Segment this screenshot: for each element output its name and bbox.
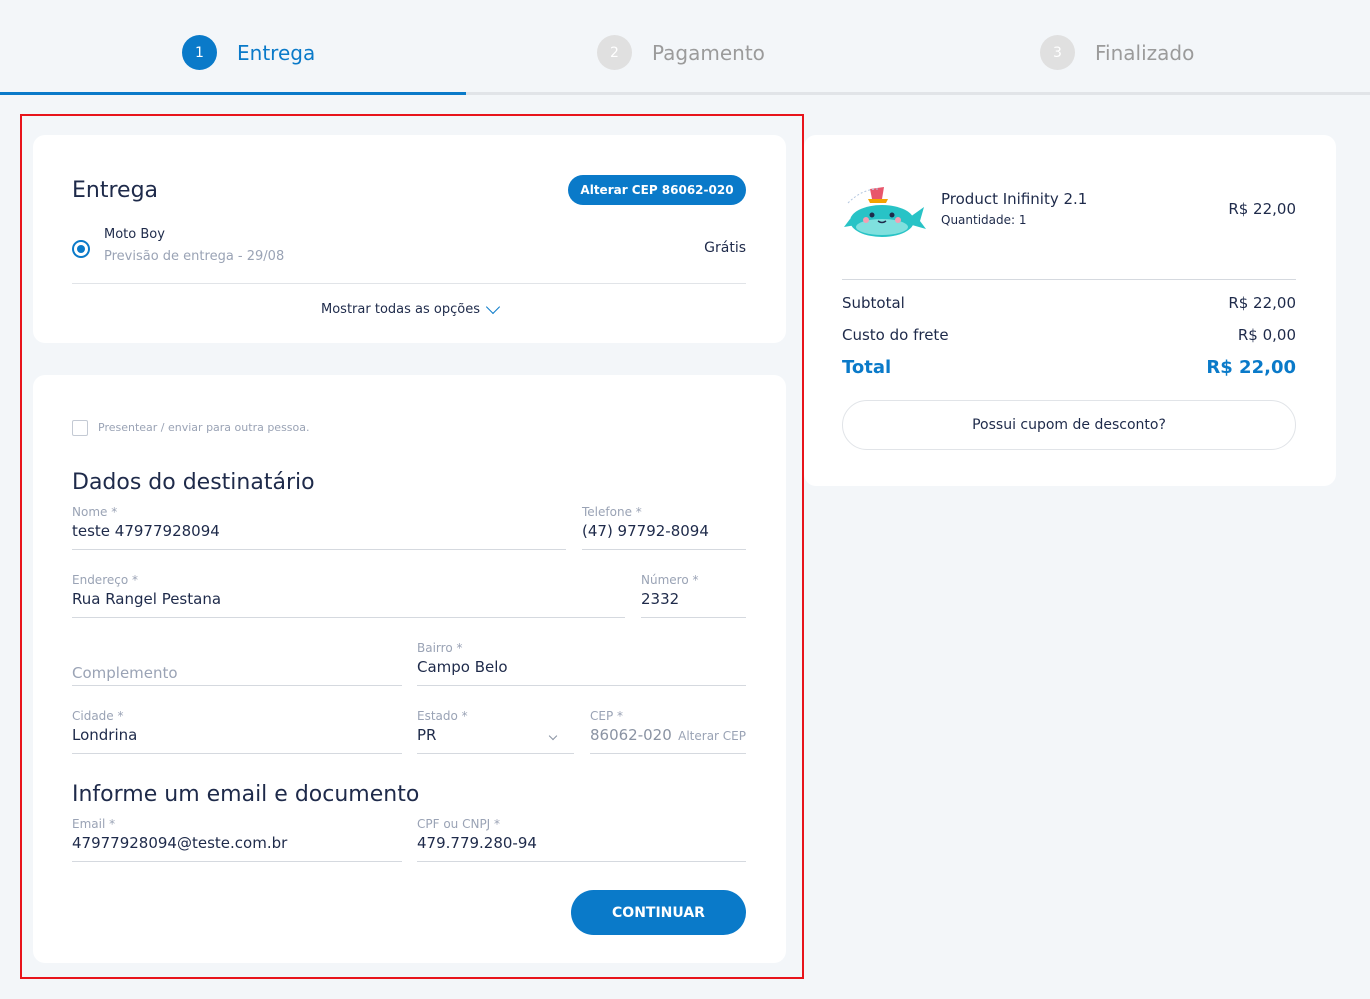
shipping-cost-row: Custo do frete R$ 0,00 [842, 326, 1296, 344]
shipping-option-radio[interactable] [72, 240, 90, 258]
field-label: Bairro * [417, 641, 463, 655]
field-value: 86062-020 [590, 726, 672, 744]
field-label: Endereço * [72, 573, 138, 587]
total-row: Total R$ 22,00 [842, 357, 1296, 378]
field-value: Rua Rangel Pestana [72, 590, 222, 608]
checkout-stepper: 1 Entrega 2 Pagamento 3 Finalizado [0, 0, 1370, 95]
field-value: (47) 97792-8094 [582, 522, 709, 540]
field-label: CPF ou CNPJ * [417, 817, 501, 831]
field-label: Email * [72, 817, 116, 831]
continue-button[interactable]: CONTINUAR [571, 890, 746, 935]
shipping-option-eta: Previsão de entrega - 29/08 [104, 249, 285, 264]
shipping-card: Entrega Alterar CEP 86062-020 Moto Boy P… [33, 135, 786, 343]
email-field[interactable]: Email * 47977928094@teste.com.br [72, 817, 402, 862]
shipping-cost-value: R$ 0,00 [1237, 326, 1296, 344]
total-value: R$ 22,00 [1206, 357, 1296, 378]
field-label: Telefone * [582, 505, 642, 519]
field-value: 47977928094@teste.com.br [72, 834, 288, 852]
chevron-down-icon [548, 731, 558, 741]
chevron-down-icon [485, 299, 501, 315]
change-cep-button[interactable]: Alterar CEP 86062-020 [568, 175, 746, 205]
field-label: Estado * [417, 709, 468, 723]
complement-field[interactable]: Complemento [72, 641, 402, 686]
step-pagamento[interactable]: 2 Pagamento [597, 35, 765, 70]
field-placeholder: Complemento [72, 664, 178, 682]
cep-field[interactable]: CEP * 86062-020 Alterar CEP [590, 709, 746, 754]
document-field[interactable]: CPF ou CNPJ * 479.779.280-94 [417, 817, 746, 862]
divider [842, 279, 1296, 280]
whale-icon [844, 187, 926, 237]
field-value: teste 47977928094 [72, 522, 220, 540]
field-value: 479.779.280-94 [417, 834, 537, 852]
product-quantity: Quantidade: 1 [941, 213, 1027, 227]
step-number: 3 [1040, 35, 1075, 70]
state-select[interactable]: Estado * PR [417, 709, 574, 754]
step-finalizado[interactable]: 3 Finalizado [1040, 35, 1194, 70]
subtotal-row: Subtotal R$ 22,00 [842, 294, 1296, 312]
field-value: Campo Belo [417, 658, 508, 676]
field-label: CEP * [590, 709, 624, 723]
field-label: Cidade * [72, 709, 124, 723]
name-field[interactable]: Nome * teste 47977928094 [72, 505, 566, 550]
subtotal-value: R$ 22,00 [1228, 294, 1296, 312]
address-field[interactable]: Endereço * Rua Rangel Pestana [72, 573, 625, 618]
field-value: Londrina [72, 726, 138, 744]
neighborhood-field[interactable]: Bairro * Campo Belo [417, 641, 746, 686]
step-entrega[interactable]: 1 Entrega [182, 35, 315, 70]
step-progress-track [0, 92, 1370, 95]
coupon-button[interactable]: Possui cupom de desconto? [842, 400, 1296, 450]
field-value: PR [417, 726, 437, 744]
shipping-option-name: Moto Boy [104, 227, 165, 242]
field-label: Número * [641, 573, 699, 587]
divider [72, 283, 746, 284]
field-label: Nome * [72, 505, 118, 519]
step-label: Entrega [237, 40, 316, 65]
step-label: Pagamento [652, 40, 765, 65]
step-number: 2 [597, 35, 632, 70]
order-summary-card: Product Inifinity 2.1 Quantidade: 1 R$ 2… [804, 135, 1336, 486]
step-label: Finalizado [1095, 40, 1195, 65]
contact-section-title: Informe um email e documento [72, 782, 420, 807]
shipping-option-price: Grátis [704, 240, 746, 256]
number-field[interactable]: Número * 2332 [641, 573, 746, 618]
recipient-section-title: Dados do destinatário [72, 470, 315, 495]
gift-checkbox[interactable] [72, 420, 88, 436]
product-name: Product Inifinity 2.1 [941, 190, 1088, 208]
shipping-cost-label: Custo do frete [842, 326, 949, 344]
step-number: 1 [182, 35, 217, 70]
phone-field[interactable]: Telefone * (47) 97792-8094 [582, 505, 746, 550]
total-label: Total [842, 357, 892, 378]
product-price: R$ 22,00 [1228, 200, 1296, 218]
show-all-options-label: Mostrar todas as opções [321, 302, 480, 317]
step-progress-fill [0, 92, 466, 95]
change-cep-link[interactable]: Alterar CEP [678, 729, 746, 743]
recipient-form-card: Presentear / enviar para outra pessoa. D… [33, 375, 786, 963]
subtotal-label: Subtotal [842, 294, 905, 312]
city-field[interactable]: Cidade * Londrina [72, 709, 402, 754]
show-all-options-link[interactable]: Mostrar todas as opções [33, 299, 786, 317]
field-value: 2332 [641, 590, 680, 608]
gift-checkbox-label: Presentear / enviar para outra pessoa. [98, 421, 310, 434]
shipping-title: Entrega [72, 178, 159, 203]
